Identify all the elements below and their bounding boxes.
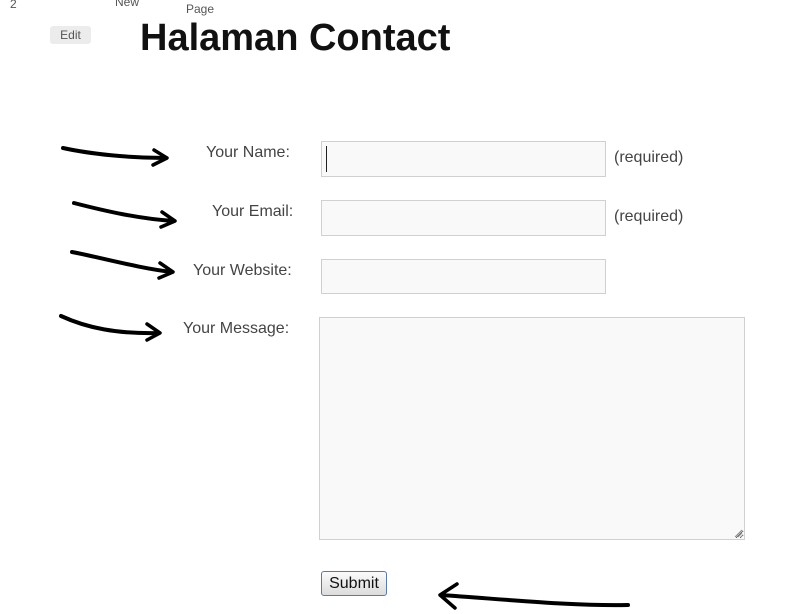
annotation-arrow-icon [72, 201, 177, 229]
website-label: Your Website: [193, 262, 292, 279]
name-input[interactable] [321, 141, 606, 177]
breadcrumb-new-link[interactable]: New [115, 0, 139, 8]
edit-button[interactable]: Edit [50, 26, 91, 44]
website-input[interactable] [321, 259, 606, 294]
email-label: Your Email: [212, 203, 294, 220]
breadcrumb-number: 2 [10, 0, 17, 11]
annotation-arrow-icon [61, 146, 169, 167]
message-textarea[interactable] [319, 317, 745, 540]
page-title: Halaman Contact [140, 17, 451, 59]
annotation-arrow-icon [70, 250, 175, 280]
message-label: Your Message: [183, 320, 290, 337]
resize-grip-icon[interactable] [733, 528, 743, 538]
annotation-arrow-icon [438, 582, 630, 610]
annotation-arrow-icon [59, 314, 162, 342]
submit-button[interactable]: Submit [321, 571, 387, 596]
email-required-note: (required) [614, 208, 684, 225]
name-label: Your Name: [206, 144, 290, 161]
email-input[interactable] [321, 200, 606, 236]
name-required-note: (required) [614, 149, 684, 166]
text-caret [326, 146, 327, 172]
